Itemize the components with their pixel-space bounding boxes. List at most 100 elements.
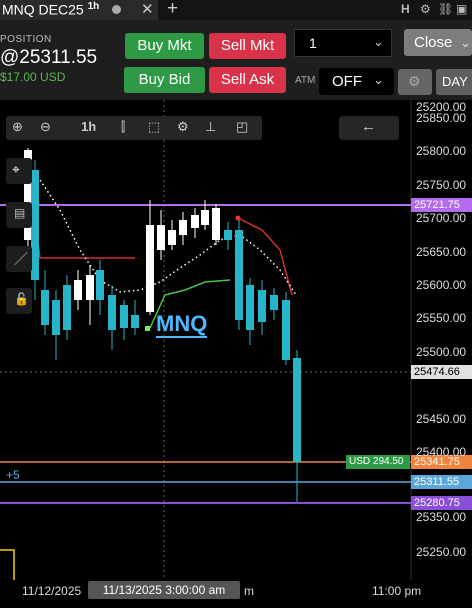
atm-settings-button[interactable]: ⚙ (398, 69, 432, 95)
zoom-in-icon[interactable]: ⊕ (12, 119, 23, 135)
price-axis-label: 25450.00 (416, 412, 467, 426)
tab-bar: MNQ DEC25 1h ✕ + H ⚙ ⛓ ▣ (0, 0, 472, 20)
price-axis-label: 25250.00 (416, 545, 467, 559)
yellow-marker (0, 549, 15, 580)
close-tab-icon[interactable]: ✕ (141, 0, 154, 18)
interval-button[interactable]: 1h (81, 119, 96, 134)
tab-interval: 1h (87, 1, 100, 12)
atm-value: OFF (332, 73, 362, 90)
candle-body (293, 358, 301, 462)
candle-body (63, 285, 71, 330)
templates-icon[interactable]: ◰ (236, 119, 248, 135)
quantity-selector[interactable]: 1 ⌄ (294, 29, 392, 57)
candle-body (212, 208, 220, 240)
candle-body (235, 230, 243, 320)
crosshair-icon: ⌖ (12, 161, 20, 177)
line-tool[interactable]: ／ (6, 246, 32, 272)
price-axis-label: 25600.00 (416, 278, 467, 292)
price-chart (0, 100, 412, 580)
document-icon: ▤ (14, 206, 26, 220)
tab-status-dot (112, 5, 121, 14)
green-trail-dot (145, 326, 150, 331)
order-panel: POSITION @25311.55 $17.00 USD Buy Mkt Se… (0, 20, 472, 100)
price-axis-label: 25350.00 (416, 510, 467, 524)
close-position-button[interactable]: Close ⌄ (404, 29, 472, 56)
atm-strategy-select[interactable]: OFF ⌄ (319, 68, 394, 95)
lock-tool[interactable]: 🔓 (6, 288, 32, 314)
chart-toolbar: ⊕ ⊖ 1h ⫿ ⬚ ⚙ ⊥ ◰ (6, 116, 262, 140)
purple-lower-tag: 25280.75 (411, 496, 472, 510)
red-trail-left (27, 169, 135, 259)
chevron-down-icon: ⌄ (460, 35, 471, 50)
time-label-mid: m (244, 584, 254, 598)
chevron-down-icon: ⌄ (373, 34, 384, 49)
crosshair-time-tooltip: 11/13/2025 3:00:00 am (88, 581, 240, 599)
selection-icon[interactable]: ⬚ (148, 119, 160, 135)
tab-symbol: MNQ DEC25 (2, 1, 84, 18)
candle-body (191, 215, 199, 228)
chart-tab[interactable]: MNQ DEC25 1h ✕ (0, 0, 158, 20)
h-icon[interactable]: H (401, 2, 410, 16)
buy-bid-button[interactable]: Buy Bid (124, 67, 205, 93)
candle-body (31, 170, 39, 280)
indicators-icon[interactable]: ⊥ (205, 119, 216, 135)
price-axis-label: 25700.00 (416, 211, 467, 225)
candle-body (270, 295, 278, 310)
price-axis-label: 25200.00 (416, 100, 467, 114)
crosshair-price-tag: 25474.66 (411, 365, 472, 379)
candle-body (120, 305, 128, 328)
line-icon: ／ (14, 251, 28, 267)
position-label: POSITION (0, 34, 52, 45)
red-trail-dot (235, 215, 241, 221)
chevron-down-icon: ⌄ (373, 72, 384, 87)
symbol-watermark: MNQ (156, 311, 208, 338)
add-tab-icon[interactable]: + (167, 0, 178, 20)
purple-upper-tag: 25721.75 (411, 198, 472, 212)
sell-market-button[interactable]: Sell Mkt (209, 33, 286, 59)
candle-body (201, 210, 209, 225)
candle-body (86, 275, 94, 300)
candle-body (168, 230, 176, 245)
candle-body (96, 270, 104, 300)
buy-market-button[interactable]: Buy Mkt (125, 33, 204, 59)
gear-icon[interactable]: ⚙ (177, 119, 189, 135)
time-label-left: 11/12/2025 (22, 584, 82, 598)
red-trail-right (237, 217, 293, 296)
link-icon[interactable]: ⛓ (438, 2, 453, 16)
gear-icon: ⚙ (408, 73, 421, 89)
price-axis-label: 25500.00 (416, 345, 467, 359)
arrow-left-icon: ← (361, 118, 376, 135)
candle-body (224, 230, 232, 240)
close-label: Close (414, 34, 453, 51)
candle-body (282, 300, 290, 360)
candle-body (179, 220, 187, 235)
lock-icon: 🔓 (14, 292, 29, 306)
candle-body (52, 300, 60, 335)
price-axis-label: 25750.00 (416, 178, 467, 192)
sell-ask-button[interactable]: Sell Ask (209, 67, 286, 93)
price-axis-label: 25400.00 (416, 445, 467, 459)
notes-tool[interactable]: ▤ (6, 202, 32, 228)
time-label-right: 11:00 pm (372, 584, 422, 598)
tab-title: MNQ DEC25 1h (2, 1, 99, 18)
scroll-to-end-button[interactable]: ← (339, 116, 399, 140)
chart-area[interactable]: ⊕ ⊖ 1h ⫿ ⬚ ⚙ ⊥ ◰ ← ⌖ ▤ ／ 🔓 MNQ +5 25721.… (0, 100, 472, 580)
quantity-value: 1 (309, 35, 317, 51)
candle-body (258, 290, 266, 322)
bar-type-icon[interactable]: ⫿ (121, 119, 125, 135)
zoom-out-icon[interactable]: ⊖ (40, 119, 51, 135)
gear-icon[interactable]: ⚙ (420, 2, 431, 16)
candle-body (157, 225, 165, 250)
candle-body (146, 225, 154, 312)
window-icon[interactable]: ▣ (456, 2, 467, 16)
pnl-tag: USD 294.50 (346, 455, 410, 469)
candle-body (74, 280, 82, 300)
candle-body (131, 315, 139, 328)
position-pnl: $17.00 USD (0, 70, 66, 84)
atm-label: ATM (295, 75, 316, 86)
position-quantity-label: +5 (6, 468, 20, 482)
price-axis-label: 25800.00 (416, 144, 467, 158)
crosshair-tool[interactable]: ⌖ (6, 158, 32, 184)
position-value: @25311.55 (0, 47, 98, 68)
tif-day-button[interactable]: DAY (436, 69, 472, 95)
